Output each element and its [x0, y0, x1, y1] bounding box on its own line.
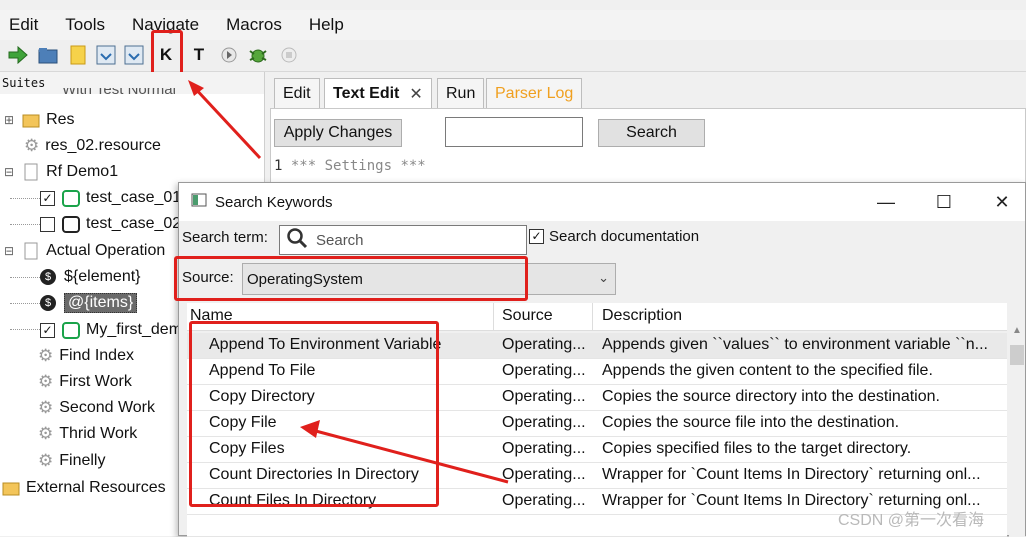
annotation-arrows: [188, 80, 509, 484]
annotation-arrow-copy-file: [311, 428, 509, 484]
annotation-arrow-toolbar: [190, 83, 262, 160]
watermark: CSDN @第一次看海: [838, 512, 985, 529]
annotation-arrowhead: [300, 420, 320, 438]
